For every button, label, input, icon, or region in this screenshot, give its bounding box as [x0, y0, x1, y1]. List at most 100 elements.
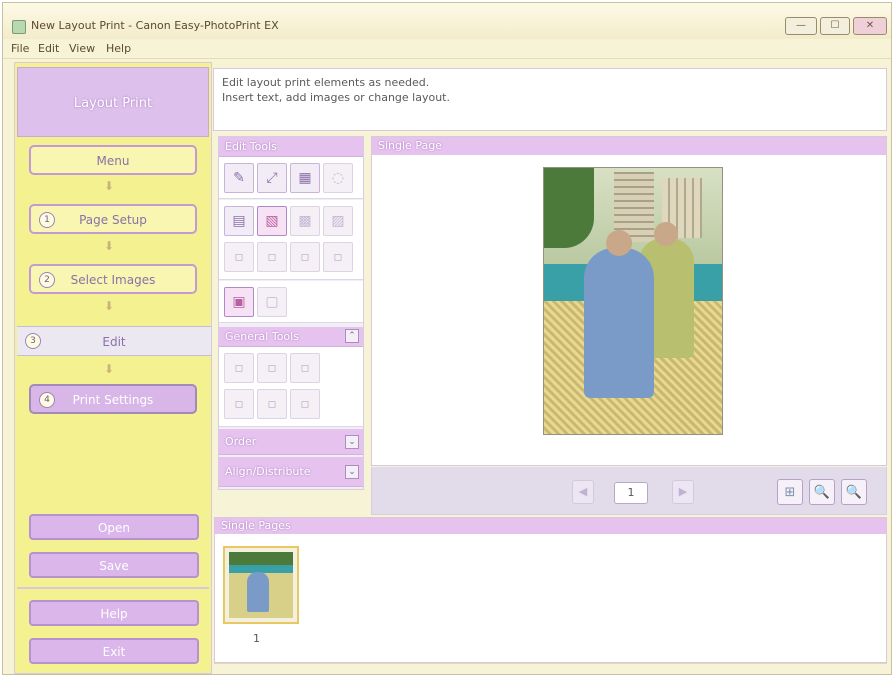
instruction-box: Edit layout print elements as needed. In… — [213, 68, 887, 131]
page-thumbnail-number: 1 — [253, 632, 260, 645]
photo-head — [654, 222, 678, 246]
date-icon: ▢ — [265, 294, 279, 310]
edit-step-active[interactable]: 3 Edit — [17, 326, 211, 356]
undo-tool[interactable]: ▫ — [224, 389, 254, 419]
background-tool[interactable]: ▣ — [224, 287, 254, 317]
down-arrow-icon: ⬇ — [103, 179, 115, 193]
crop-tool[interactable]: ▫ — [224, 242, 254, 272]
copy-icon: ▫ — [267, 360, 277, 376]
order-label: Order — [225, 435, 257, 448]
copy-tool[interactable]: ▫ — [257, 353, 287, 383]
photo-person — [584, 248, 654, 398]
delete-icon: ▫ — [300, 396, 310, 412]
layout-tool[interactable]: ▦ — [290, 163, 320, 193]
select-images-button[interactable]: 2 Select Images — [29, 264, 197, 294]
page-thumbnail-image — [229, 552, 293, 618]
frame-tool[interactable]: ◌ — [323, 163, 353, 193]
zoom-in-icon: 🔍 — [813, 485, 831, 500]
minimize-button[interactable]: — — [785, 17, 817, 35]
flip-tool[interactable]: ▫ — [290, 242, 320, 272]
sidebar: Layout Print Menu ⬇ 1 Page Setup ⬇ 2 Sel… — [14, 62, 212, 674]
rotate-tool[interactable]: ▫ — [257, 242, 287, 272]
general-tools-group: ▫ ▫ ▫ ▫ ▫ ▫ — [219, 347, 363, 427]
tools-panel: Edit Tools ✎ ⤢ ▦ ◌ ▤ ▧ ▩ ▨ ▫ ▫ ▫ ▫ ▣ ▢ G… — [218, 136, 364, 490]
app-window: New Layout Print - Canon Easy-PhotoPrint… — [2, 2, 892, 675]
print-settings-label: Print Settings — [72, 393, 154, 407]
cut-tool[interactable]: ▫ — [224, 353, 254, 383]
edit-tools-group-1: ✎ ⤢ ▦ ◌ — [219, 157, 363, 199]
next-page-icon: ▶ — [678, 485, 688, 498]
sidebar-header-title: Layout Print — [73, 96, 153, 111]
image-icon: ▧ — [265, 213, 279, 229]
crop-icon: ▫ — [234, 249, 244, 265]
color-icon: ▫ — [333, 249, 343, 265]
resize-tool[interactable]: ⤢ — [257, 163, 287, 193]
instruction-line-2: Insert text, add images or change layout… — [222, 91, 450, 104]
fit-page-button[interactable]: ⊞ — [777, 479, 803, 505]
prev-page-button[interactable]: ◀ — [572, 480, 594, 504]
title-bar: New Layout Print - Canon Easy-PhotoPrint… — [3, 3, 891, 39]
align-distribute-header[interactable]: Align/Distribute ⌄ — [219, 457, 363, 487]
order-header[interactable]: Order ⌄ — [219, 429, 363, 455]
preview-header-label: Single Page — [378, 139, 442, 152]
maximize-button[interactable]: ☐ — [820, 17, 850, 35]
page-thumbnail[interactable] — [223, 546, 299, 624]
photo-tree — [544, 168, 594, 248]
menu-button-label: Menu — [96, 154, 130, 168]
zoom-in-button[interactable]: 🔍 — [809, 479, 835, 505]
page-setup-label: Page Setup — [79, 213, 147, 227]
down-arrow-icon: ⬇ — [103, 239, 115, 253]
image-tool[interactable]: ▧ — [257, 206, 287, 236]
pages-panel: Single Pages 1 — [214, 517, 887, 663]
preview-panel: Single Page — [371, 136, 887, 466]
sidebar-divider — [17, 587, 209, 589]
page-number-field[interactable]: 1 — [614, 482, 648, 504]
paste-tool[interactable]: ▫ — [290, 353, 320, 383]
instruction-line-1: Edit layout print elements as needed. — [222, 76, 430, 89]
help-button-label: Help — [100, 607, 128, 621]
text-icon: ▤ — [232, 213, 246, 229]
menu-bar: File Edit View Help — [3, 39, 891, 59]
general-tools-header[interactable]: General Tools ⌃ — [219, 327, 363, 347]
zoom-out-button[interactable]: 🔍 — [841, 479, 867, 505]
edit-tools-header[interactable]: Edit Tools — [219, 137, 363, 157]
menu-button[interactable]: Menu — [29, 145, 197, 175]
help-button[interactable]: Help — [29, 600, 199, 626]
expand-icon[interactable]: ⌄ — [345, 465, 359, 479]
photo-preview[interactable] — [543, 167, 723, 435]
delete-tool[interactable]: ▫ — [290, 389, 320, 419]
background-icon: ▣ — [232, 294, 246, 310]
redo-tool[interactable]: ▫ — [257, 389, 287, 419]
collapse-icon[interactable]: ⌃ — [345, 329, 359, 343]
next-page-button[interactable]: ▶ — [672, 480, 694, 504]
fill-tool[interactable]: ▨ — [323, 206, 353, 236]
save-button[interactable]: Save — [29, 552, 199, 578]
date-tool[interactable]: ▢ — [257, 287, 287, 317]
page-setup-button[interactable]: 1 Page Setup — [29, 204, 197, 234]
select-images-label: Select Images — [70, 273, 156, 287]
expand-icon[interactable]: ⌄ — [345, 435, 359, 449]
close-button[interactable]: ✕ — [853, 17, 887, 35]
down-arrow-icon: ⬇ — [103, 362, 115, 376]
edit-tools-label: Edit Tools — [225, 140, 277, 153]
prev-page-icon: ◀ — [578, 485, 588, 498]
rotate-icon: ▫ — [267, 249, 277, 265]
open-button-label: Open — [97, 521, 131, 535]
exit-button[interactable]: Exit — [29, 638, 199, 664]
frame-icon: ◌ — [331, 170, 345, 186]
menu-edit[interactable]: Edit — [38, 42, 59, 55]
print-settings-button[interactable]: 4 Print Settings — [29, 384, 197, 414]
layout-icon: ▦ — [298, 170, 312, 186]
color-tool[interactable]: ▫ — [323, 242, 353, 272]
menu-file[interactable]: File — [11, 42, 29, 55]
resize-icon: ⤢ — [266, 170, 278, 186]
menu-view[interactable]: View — [69, 42, 95, 55]
menu-help[interactable]: Help — [106, 42, 131, 55]
shape-icon: ▩ — [298, 213, 312, 229]
open-button[interactable]: Open — [29, 514, 199, 540]
page-nav-bar: ◀ 1 ▶ ⊞ 🔍 🔍 — [371, 467, 887, 515]
edit-image-tool[interactable]: ✎ — [224, 163, 254, 193]
shape-tool[interactable]: ▩ — [290, 206, 320, 236]
edit-tools-group-2: ▤ ▧ ▩ ▨ ▫ ▫ ▫ ▫ — [219, 200, 363, 280]
text-tool[interactable]: ▤ — [224, 206, 254, 236]
